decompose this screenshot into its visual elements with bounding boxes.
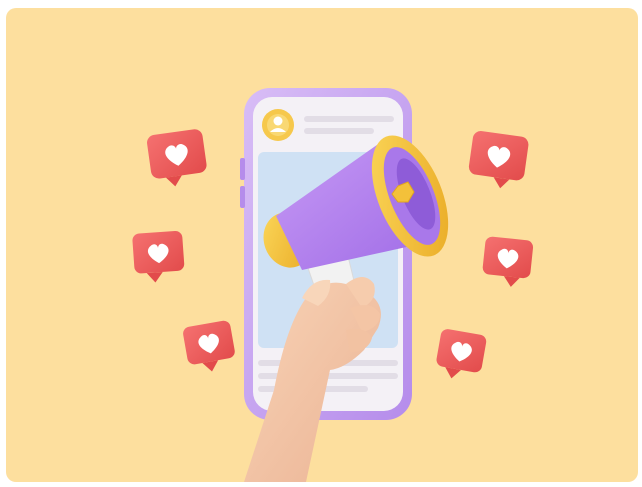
header-line-1 bbox=[304, 116, 394, 122]
illustration-card bbox=[6, 8, 638, 482]
illustration bbox=[6, 8, 638, 482]
avatar-icon bbox=[262, 109, 294, 141]
header-line-2 bbox=[304, 128, 374, 134]
